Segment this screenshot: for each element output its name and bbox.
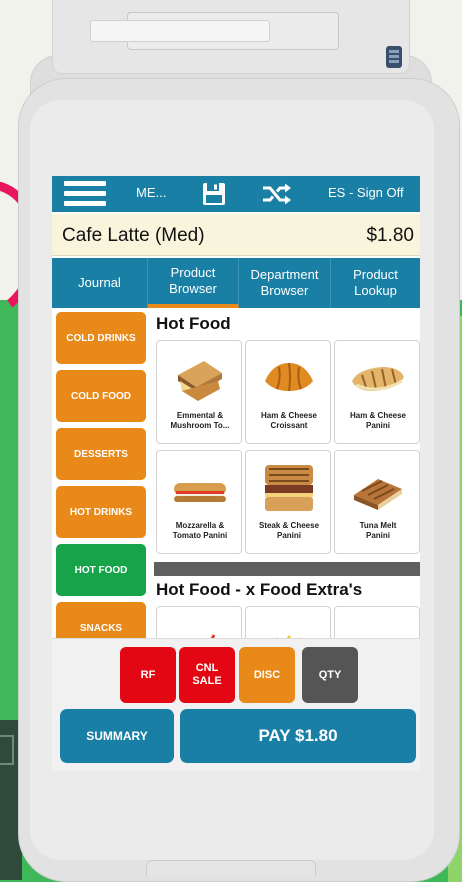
background-dark-device-detail <box>0 735 14 765</box>
product-tile[interactable]: Emmental & Mushroom To... <box>156 340 242 444</box>
save-icon[interactable] <box>202 182 226 206</box>
steak-panini-icon <box>265 465 313 511</box>
quantity-button[interactable]: QTY <box>302 647 358 703</box>
product-label: Tuna Melt Panini <box>359 521 397 540</box>
tuna-panini-icon <box>354 479 402 510</box>
toastie-icon <box>178 361 222 401</box>
product-label: Mozzarella & Tomato Panini <box>172 521 228 540</box>
rf-button[interactable]: RF <box>120 647 176 703</box>
current-item-name: Cafe Latte (Med) <box>62 225 205 246</box>
power-button[interactable] <box>386 46 402 68</box>
sign-off-button[interactable]: ES - Sign Off <box>328 185 404 200</box>
product-label: Emmental & Mushroom To... <box>170 411 230 430</box>
browser-tabs: Journal Product Browser Department Brows… <box>52 258 420 308</box>
category-snacks[interactable]: SNACKS <box>56 602 146 638</box>
tab-product-lookup[interactable]: Product Lookup <box>331 258 420 308</box>
current-item-price: $1.80 <box>366 225 414 246</box>
category-cold-drinks[interactable]: COLD DRINKS <box>56 312 146 364</box>
product-tile[interactable] <box>334 606 420 638</box>
section-title-food-extras: Hot Food - x Food Extra's <box>156 580 363 599</box>
action-panel: RF CNL SALE DISC QTY SUMMARY PAY $1.80 <box>52 638 420 770</box>
section-divider <box>154 562 420 576</box>
printer-paper-slot <box>90 20 270 42</box>
category-list: COLD DRINKS COLD FOOD DESSERTS HOT DRINK… <box>52 308 150 638</box>
tab-department-browser[interactable]: Department Browser <box>239 258 331 308</box>
current-item-bar: Cafe Latte (Med) $1.80 <box>52 214 420 256</box>
food-extra-icon <box>348 617 408 638</box>
panini-icon <box>352 367 404 391</box>
product-tile[interactable]: Steak & Cheese Panini <box>245 450 331 554</box>
product-label: Ham & Cheese Panini <box>349 411 407 430</box>
baguette-icon <box>174 483 226 502</box>
product-tile[interactable]: Ham & Cheese Panini <box>334 340 420 444</box>
product-tile[interactable]: Ham & Cheese Croissant <box>245 340 331 444</box>
category-cold-food[interactable]: COLD FOOD <box>56 370 146 422</box>
device-bottom-slot <box>146 860 316 876</box>
product-tile[interactable] <box>245 606 331 638</box>
product-label: Ham & Cheese Croissant <box>260 411 318 430</box>
product-grid: Hot Food Emmental & Mushroom To... Ham &… <box>152 308 420 638</box>
pos-screen: ME... ES - Sign Off Cafe Latte (Med) $1.… <box>52 176 420 770</box>
shuffle-icon[interactable] <box>262 182 292 206</box>
product-tile[interactable] <box>156 606 242 638</box>
food-extra-icon <box>210 634 216 638</box>
tab-journal[interactable]: Journal <box>52 258 148 308</box>
product-tile[interactable]: Tuna Melt Panini <box>334 450 420 554</box>
pay-button[interactable]: PAY $1.80 <box>180 709 416 763</box>
summary-button[interactable]: SUMMARY <box>60 709 174 763</box>
tab-product-browser[interactable]: Product Browser <box>148 258 239 308</box>
croissant-icon <box>265 362 313 392</box>
product-tile[interactable]: Mozzarella & Tomato Panini <box>156 450 242 554</box>
food-extra-icon <box>276 635 302 638</box>
category-hot-food[interactable]: HOT FOOD <box>56 544 146 596</box>
cancel-sale-button[interactable]: CNL SALE <box>179 647 235 703</box>
section-title-hot-food: Hot Food <box>156 314 231 333</box>
top-bar: ME... ES - Sign Off <box>52 176 420 212</box>
discount-button[interactable]: DISC <box>239 647 295 703</box>
menu-label[interactable]: ME... <box>136 185 166 200</box>
product-label: Steak & Cheese Panini <box>258 521 320 540</box>
category-desserts[interactable]: DESSERTS <box>56 428 146 480</box>
hamburger-menu-icon[interactable] <box>64 178 106 210</box>
category-hot-drinks[interactable]: HOT DRINKS <box>56 486 146 538</box>
